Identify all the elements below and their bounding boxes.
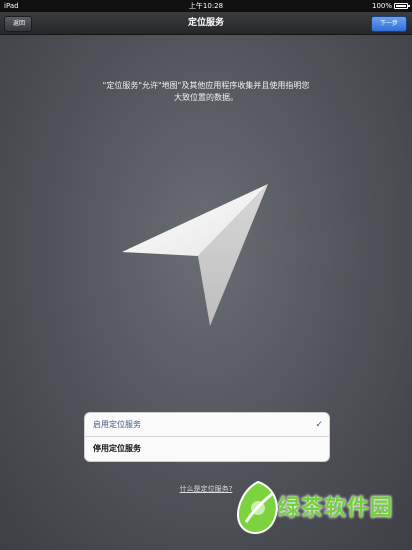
checkmark-icon: ✓ (315, 420, 323, 430)
watermark-text: 绿茶软件园 (278, 496, 394, 521)
location-description: "定位服务"允许"地图"及其他应用程序收集并且使用指明您大致位置的数据。 (102, 81, 310, 102)
battery-icon (394, 3, 410, 9)
watermark: 绿茶软件园 (232, 478, 412, 542)
battery-fill (396, 5, 406, 7)
option-enable-location[interactable]: 启用定位服务 ✓ (85, 413, 329, 437)
option-disable-label: 停用定位服务 (93, 444, 141, 453)
status-bar: iPad 上午10:28 100% (0, 0, 412, 12)
status-clock: 上午10:28 (188, 2, 224, 10)
battery-indicator: 100% (371, 0, 410, 12)
option-enable-label: 启用定位服务 (93, 420, 141, 429)
navigation-bar: 返回 定位服务 下一步 (0, 12, 412, 35)
location-arrow-icon (118, 178, 278, 333)
location-options-list: 启用定位服务 ✓ 停用定位服务 (84, 412, 330, 462)
battery-percent: 100% (371, 2, 392, 10)
setup-screen: iPad 上午10:28 100% 返回 定位服务 下一步 "定位服务"允许"地… (0, 0, 412, 550)
leaf-logo-icon (237, 480, 278, 534)
option-disable-location[interactable]: 停用定位服务 (85, 437, 329, 461)
page-title: 定位服务 (187, 18, 224, 28)
next-button[interactable]: 下一步 (370, 16, 407, 32)
